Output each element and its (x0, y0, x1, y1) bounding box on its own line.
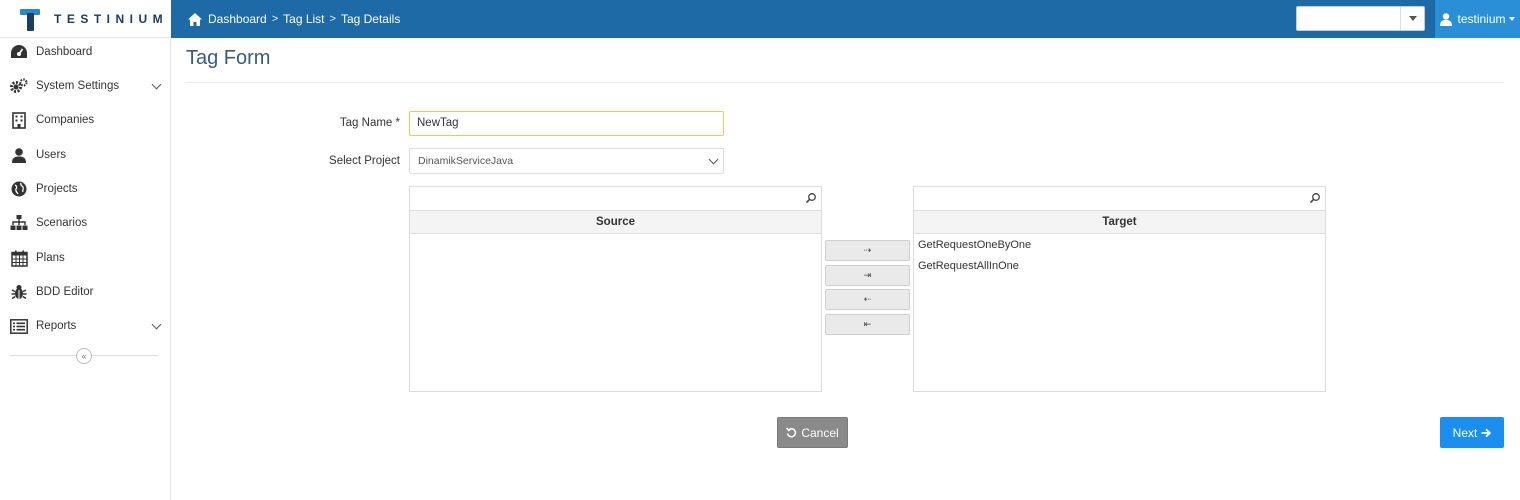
target-filter-input[interactable] (913, 186, 1326, 211)
tag-name-label: Tag Name * (339, 117, 400, 129)
breadcrumb-tag-details: Tag Details (340, 12, 401, 26)
project-select[interactable]: DinamikServiceJava (409, 148, 724, 174)
move-all-to-source-button[interactable]: ⇤ (825, 314, 910, 335)
chevron-down-icon (151, 319, 162, 330)
tag-name-input[interactable]: NewTag (409, 111, 724, 136)
dashboard-icon (10, 43, 28, 61)
target-items: GetRequestOneByOne GetRequestAllInOne (913, 234, 1326, 392)
arrow-right-icon (1481, 428, 1492, 437)
undo-icon (786, 427, 797, 438)
sidebar-item-users[interactable]: Users (0, 138, 170, 172)
sidebar-item-label: Projects (36, 183, 78, 195)
sidebar-item-label: System Settings (36, 80, 120, 92)
sidebar-item-label: BDD Editor (36, 286, 94, 298)
sitemap-icon (10, 214, 28, 232)
chevron-down-icon (708, 154, 719, 165)
collapse-sidebar-button[interactable]: « (76, 348, 92, 364)
globe-icon (10, 180, 28, 198)
sidebar-item-label: Reports (36, 320, 77, 332)
select-toggle[interactable] (1400, 7, 1424, 30)
caret-down-icon (1508, 17, 1515, 21)
move-to-source-button[interactable]: ⇠ (825, 289, 910, 310)
cancel-button[interactable]: Cancel (777, 417, 848, 448)
sidebar-item-label: Plans (36, 252, 65, 264)
search-icon (1309, 193, 1320, 204)
move-all-to-target-button[interactable]: ⇥ (825, 265, 910, 286)
sidebar-item-bdd-editor[interactable]: BDD Editor (0, 275, 170, 309)
top-bar: TESTINIUM Dashboard > Tag List > Tag Det… (0, 0, 1520, 38)
home-icon (188, 12, 202, 26)
source-items[interactable] (409, 234, 822, 392)
breadcrumb-separator: > (329, 13, 336, 25)
list-alt-icon (10, 317, 28, 335)
next-button[interactable]: Next (1440, 417, 1504, 448)
sidebar-item-scenarios[interactable]: Scenarios (0, 206, 170, 240)
project-select-value: DinamikServiceJava (418, 155, 514, 167)
header-project-select[interactable] (1296, 6, 1425, 31)
chevron-down-icon (151, 79, 162, 90)
sidebar-item-projects[interactable]: Projects (0, 172, 170, 206)
source-filter-input[interactable] (409, 186, 822, 211)
sidebar-item-reports[interactable]: Reports (0, 309, 170, 343)
user-icon (10, 146, 28, 164)
list-item[interactable]: GetRequestAllInOne (914, 256, 1325, 277)
source-header: Source (409, 211, 822, 234)
gears-icon (10, 77, 28, 95)
calendar-icon (10, 249, 28, 267)
cancel-label: Cancel (801, 425, 839, 440)
select-project-label: Select Project (329, 155, 400, 167)
sidebar: Dashboard System Settings Companies User… (0, 38, 171, 500)
sidebar-item-companies[interactable]: Companies (0, 103, 170, 137)
sidebar-item-label: Users (36, 149, 67, 161)
title-divider (186, 82, 1504, 83)
user-icon (1440, 12, 1453, 26)
user-name: testinium (1457, 12, 1506, 26)
user-menu[interactable]: testinium (1435, 0, 1520, 38)
sidebar-item-plans[interactable]: Plans (0, 241, 170, 275)
sidebar-item-label: Companies (36, 114, 95, 126)
search-icon (805, 193, 816, 204)
sidebar-item-label: Scenarios (36, 217, 88, 229)
sidebar-item-dashboard[interactable]: Dashboard (0, 35, 170, 69)
logo-mark-icon (20, 7, 40, 31)
page-title: Tag Form (186, 47, 271, 69)
app-logo[interactable]: TESTINIUM (0, 0, 171, 38)
target-header: Target (913, 211, 1326, 234)
building-icon (10, 111, 28, 129)
list-item[interactable]: GetRequestOneByOne (914, 235, 1325, 256)
bug-icon (10, 283, 28, 301)
breadcrumb-separator: > (271, 13, 279, 25)
move-to-target-button[interactable]: ⇢ (825, 240, 910, 261)
breadcrumb: Dashboard > Tag List > Tag Details (188, 0, 400, 38)
next-label: Next (1452, 425, 1478, 440)
breadcrumb-dashboard[interactable]: Dashboard (208, 12, 267, 26)
caret-down-icon (1408, 16, 1417, 21)
sidebar-item-system-settings[interactable]: System Settings (0, 69, 170, 103)
sidebar-item-label: Dashboard (36, 46, 93, 58)
breadcrumb-tag-list[interactable]: Tag List (283, 12, 324, 26)
logo-text: TESTINIUM (54, 11, 169, 26)
